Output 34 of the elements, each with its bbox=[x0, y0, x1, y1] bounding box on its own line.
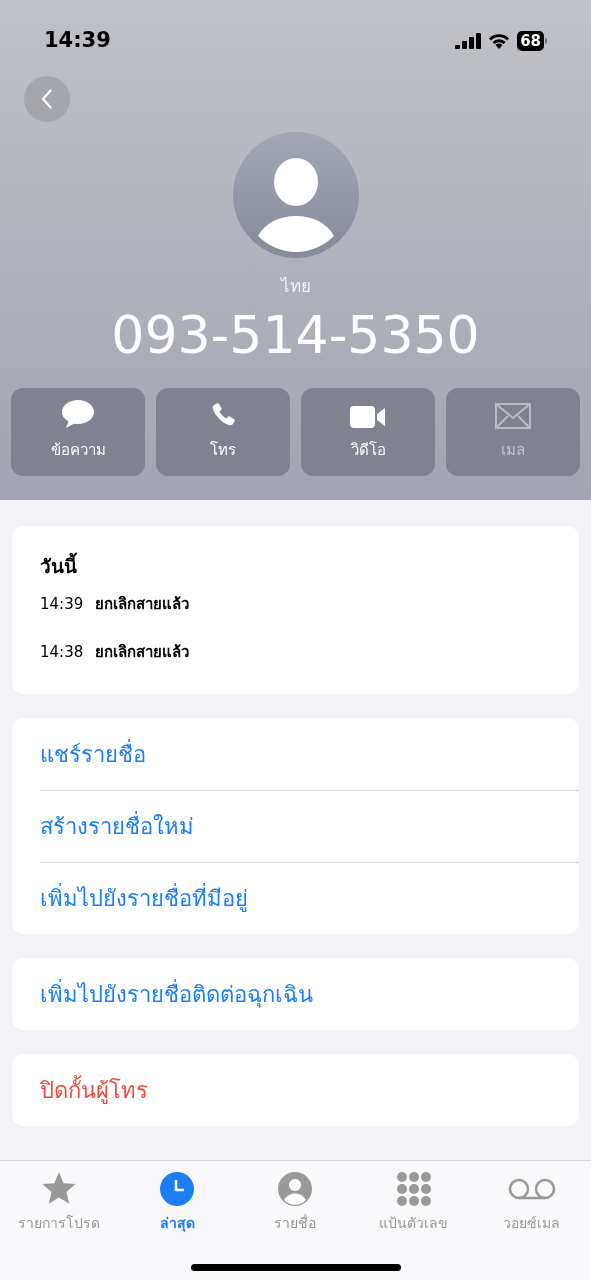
call-status: ยกเลิกสายแล้ว bbox=[95, 641, 190, 663]
envelope-icon bbox=[495, 403, 531, 429]
phone-number: 093-514-5350 bbox=[110, 303, 481, 366]
wifi-icon bbox=[488, 33, 511, 49]
tab[interactable]: รายการโปรด bbox=[4, 1171, 115, 1234]
star-icon bbox=[41, 1172, 78, 1206]
call-status: ยกเลิกสายแล้ว bbox=[95, 593, 190, 615]
tab[interactable]: รายชื่อ bbox=[240, 1171, 351, 1234]
action-button[interactable]: วิดีโอ bbox=[301, 387, 435, 476]
battery-level: 68 bbox=[517, 31, 544, 51]
call-time: 14:39 bbox=[40, 593, 84, 615]
person-circle-icon bbox=[278, 1172, 313, 1206]
status-time: 14:39 bbox=[44, 27, 111, 55]
keypad-icon bbox=[395, 1171, 432, 1207]
option-link[interactable]: เพิ่มไปยังรายชื่อที่มีอยู่ bbox=[40, 862, 579, 934]
tab[interactable]: แป้นตัวเลข bbox=[358, 1171, 469, 1234]
tab[interactable]: วอยซ์เมล bbox=[476, 1171, 587, 1234]
option-link[interactable]: แชร์รายชื่อ bbox=[40, 718, 579, 790]
action-button[interactable]: ข้อความ bbox=[11, 387, 145, 476]
date-heading: วันนี้ bbox=[40, 551, 78, 579]
option-link[interactable]: สร้างรายชื่อใหม่ bbox=[40, 790, 579, 862]
speech-bubble-icon bbox=[61, 399, 95, 429]
option-link[interactable]: ปิดกั้นผู้โทร bbox=[40, 1054, 579, 1126]
video-camera-icon bbox=[350, 405, 386, 429]
clock-icon bbox=[160, 1172, 195, 1206]
tab[interactable]: ล่าสุด bbox=[122, 1171, 233, 1234]
chevron-left-icon bbox=[41, 88, 53, 110]
call-time: 14:38 bbox=[40, 641, 84, 663]
contact-label: ไทย bbox=[279, 275, 312, 298]
option-link[interactable]: เพิ่มไปยังรายชื่อติดต่อฉุกเฉิน bbox=[40, 958, 579, 1030]
action-button[interactable]: โทร bbox=[156, 387, 290, 476]
back-button[interactable] bbox=[24, 76, 70, 122]
voicemail-icon bbox=[507, 1178, 556, 1200]
signal-icon bbox=[455, 33, 482, 49]
